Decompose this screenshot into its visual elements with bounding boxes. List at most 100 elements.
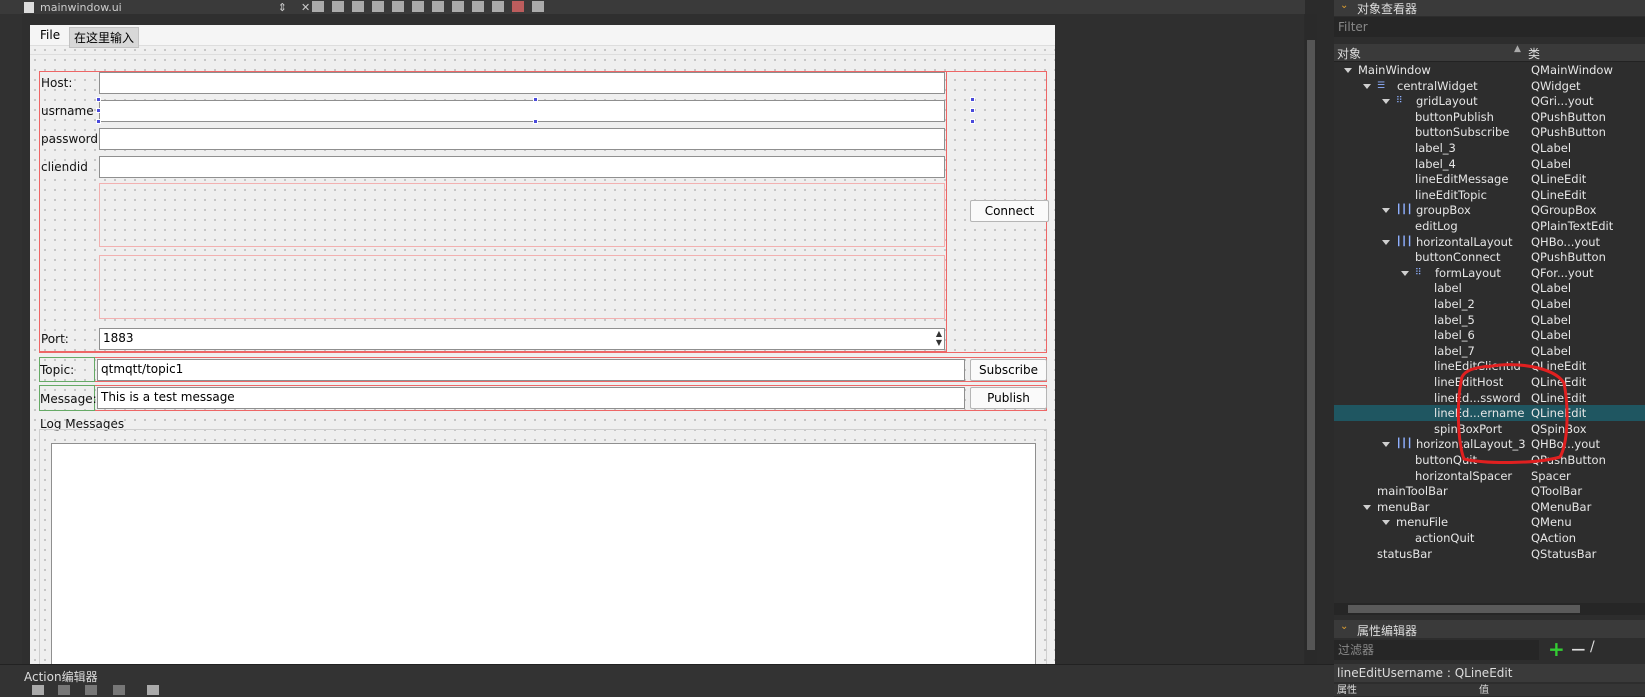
message-value: This is a test message: [101, 390, 235, 404]
expand-arrow-icon[interactable]: [1363, 504, 1371, 510]
tree-row[interactable]: label QLabel: [1334, 280, 1645, 296]
expand-arrow-icon[interactable]: [1382, 99, 1390, 105]
edit-buddies-icon[interactable]: [352, 1, 364, 12]
tree-row[interactable]: menuFile QMenu: [1334, 514, 1645, 530]
chevron-updown-icon[interactable]: ⇕: [278, 1, 287, 14]
layout-horizontal-icon[interactable]: [392, 1, 404, 12]
tree-row[interactable]: label_4 QLabel: [1334, 156, 1645, 172]
tree-row[interactable]: ⠿ gridLayout QGri...yout: [1334, 93, 1645, 109]
password-input[interactable]: [99, 128, 945, 150]
tree-row-object: gridLayout: [1416, 94, 1478, 109]
tree-row[interactable]: buttonSubscribe QPushButton: [1334, 124, 1645, 140]
tree-row[interactable]: mainToolBar QToolBar: [1334, 483, 1645, 499]
tree-row[interactable]: ┃┃┃ groupBox QGroupBox: [1334, 202, 1645, 218]
menu-type-here[interactable]: 在这里输入: [69, 27, 140, 48]
tree-row-class: QPushButton: [1531, 109, 1606, 124]
expand-arrow-icon[interactable]: [1382, 442, 1390, 448]
settings-action-icon[interactable]: [147, 685, 159, 695]
new-action-icon[interactable]: [32, 685, 44, 695]
object-filter-input[interactable]: Filter: [1334, 17, 1645, 37]
wrench-icon[interactable]: /: [1590, 639, 1595, 655]
action-editor-title: Action编辑器: [24, 670, 98, 684]
tree-row[interactable]: buttonPublish QPushButton: [1334, 109, 1645, 125]
column-object[interactable]: 对象: [1337, 45, 1361, 62]
tree-row[interactable]: label_3 QLabel: [1334, 140, 1645, 156]
selection-handle[interactable]: [970, 119, 975, 124]
selection-handle[interactable]: [533, 97, 538, 102]
selection-handle[interactable]: [533, 119, 538, 124]
paste-action-icon[interactable]: [85, 685, 97, 695]
selection-handle[interactable]: [96, 108, 101, 113]
tree-row[interactable]: label_7 QLabel: [1334, 343, 1645, 359]
selected-object-info: lineEditUsername : QLineEdit: [1334, 664, 1645, 682]
spin-arrows-icon[interactable]: ▲ ▼: [936, 329, 942, 347]
adjust-size-icon[interactable]: [532, 1, 544, 12]
layout-splitter-v-icon[interactable]: [452, 1, 464, 12]
file-tab[interactable]: mainwindow.ui ⇕ ✕: [24, 0, 324, 14]
subscribe-button[interactable]: Subscribe: [970, 359, 1047, 381]
host-input[interactable]: [99, 72, 945, 94]
tree-row[interactable]: label_5 QLabel: [1334, 312, 1645, 328]
tree-row[interactable]: menuBar QMenuBar: [1334, 499, 1645, 515]
selection-handle[interactable]: [970, 97, 975, 102]
message-input[interactable]: This is a test message: [97, 387, 965, 409]
tree-row[interactable]: ┃┃┃ horizontalLayout QHBo...yout: [1334, 234, 1645, 250]
tree-row[interactable]: editLog QPlainTextEdit: [1334, 218, 1645, 234]
form-toolbar: [30, 46, 1055, 55]
edit-taborder-icon[interactable]: [372, 1, 384, 12]
layout-vertical-icon[interactable]: [412, 1, 424, 12]
tree-row[interactable]: ⠿ formLayout QFor...yout: [1334, 265, 1645, 281]
tree-row[interactable]: MainWindow QMainWindow: [1334, 62, 1645, 78]
edit-signals-icon[interactable]: [332, 1, 344, 12]
selection-handle[interactable]: [970, 108, 975, 113]
layout-form-icon[interactable]: [472, 1, 484, 12]
break-layout-icon[interactable]: [512, 1, 524, 12]
selection-handle[interactable]: [96, 119, 101, 124]
canvas-scroll-thumb[interactable]: [1307, 40, 1315, 650]
expand-arrow-icon[interactable]: [1401, 270, 1409, 276]
property-editor-header: ⌄ 属性编辑器: [1334, 620, 1645, 638]
menu-file[interactable]: File: [36, 27, 64, 43]
connect-button[interactable]: Connect: [970, 200, 1049, 222]
port-spinbox[interactable]: 1883 ▲ ▼: [99, 328, 945, 350]
main-window-form[interactable]: File 在这里输入 Host: usrname password cliend…: [30, 25, 1055, 665]
log-text-edit[interactable]: [51, 443, 1036, 665]
selection-handle[interactable]: [96, 97, 101, 102]
toolbar-icons: [312, 1, 552, 12]
collapse-chevron-icon[interactable]: ⌄: [1340, 0, 1348, 11]
layout-splitter-h-icon[interactable]: [432, 1, 444, 12]
tree-row[interactable]: ☰ centralWidget QWidget: [1334, 78, 1645, 94]
action-editor-panel: Action编辑器: [0, 664, 1334, 697]
layout-grid-icon[interactable]: [492, 1, 504, 12]
expand-arrow-icon[interactable]: [1382, 520, 1390, 526]
property-filter-input[interactable]: 过滤器: [1334, 640, 1539, 660]
tree-row[interactable]: buttonConnect QPushButton: [1334, 249, 1645, 265]
collapse-chevron-icon[interactable]: ⌄: [1340, 621, 1348, 632]
expand-arrow-icon[interactable]: [1363, 83, 1371, 89]
tree-row-class: QPlainTextEdit: [1531, 219, 1614, 233]
tree-row[interactable]: horizontalSpacer Spacer: [1334, 468, 1645, 484]
edit-widgets-icon[interactable]: [312, 1, 324, 12]
tree-scroll-thumb[interactable]: [1348, 605, 1580, 613]
message-label: Message:: [40, 392, 97, 406]
tree-row[interactable]: label_6 QLabel: [1334, 327, 1645, 343]
column-class[interactable]: 类: [1528, 45, 1540, 62]
publish-button[interactable]: Publish: [970, 387, 1047, 409]
tree-row[interactable]: lineEditTopic QLineEdit: [1334, 187, 1645, 203]
column-value: 值: [1479, 685, 1489, 696]
expand-arrow-icon[interactable]: [1382, 208, 1390, 214]
remove-property-icon[interactable]: −: [1570, 637, 1587, 661]
expand-arrow-icon[interactable]: [1344, 68, 1352, 73]
add-property-icon[interactable]: +: [1548, 637, 1565, 661]
delete-action-icon[interactable]: [113, 685, 125, 695]
topic-input[interactable]: qtmqtt/topic1: [97, 359, 965, 381]
tree-row[interactable]: actionQuit QAction: [1334, 530, 1645, 546]
tree-row[interactable]: lineEditMessage QLineEdit: [1334, 171, 1645, 187]
expand-arrow-icon[interactable]: [1382, 239, 1390, 245]
clientid-input[interactable]: [99, 156, 945, 178]
tree-row[interactable]: statusBar QStatusBar: [1334, 546, 1645, 562]
username-input[interactable]: [99, 100, 945, 122]
close-icon[interactable]: ✕: [301, 1, 310, 14]
copy-action-icon[interactable]: [58, 685, 70, 695]
tree-row[interactable]: label_2 QLabel: [1334, 296, 1645, 312]
